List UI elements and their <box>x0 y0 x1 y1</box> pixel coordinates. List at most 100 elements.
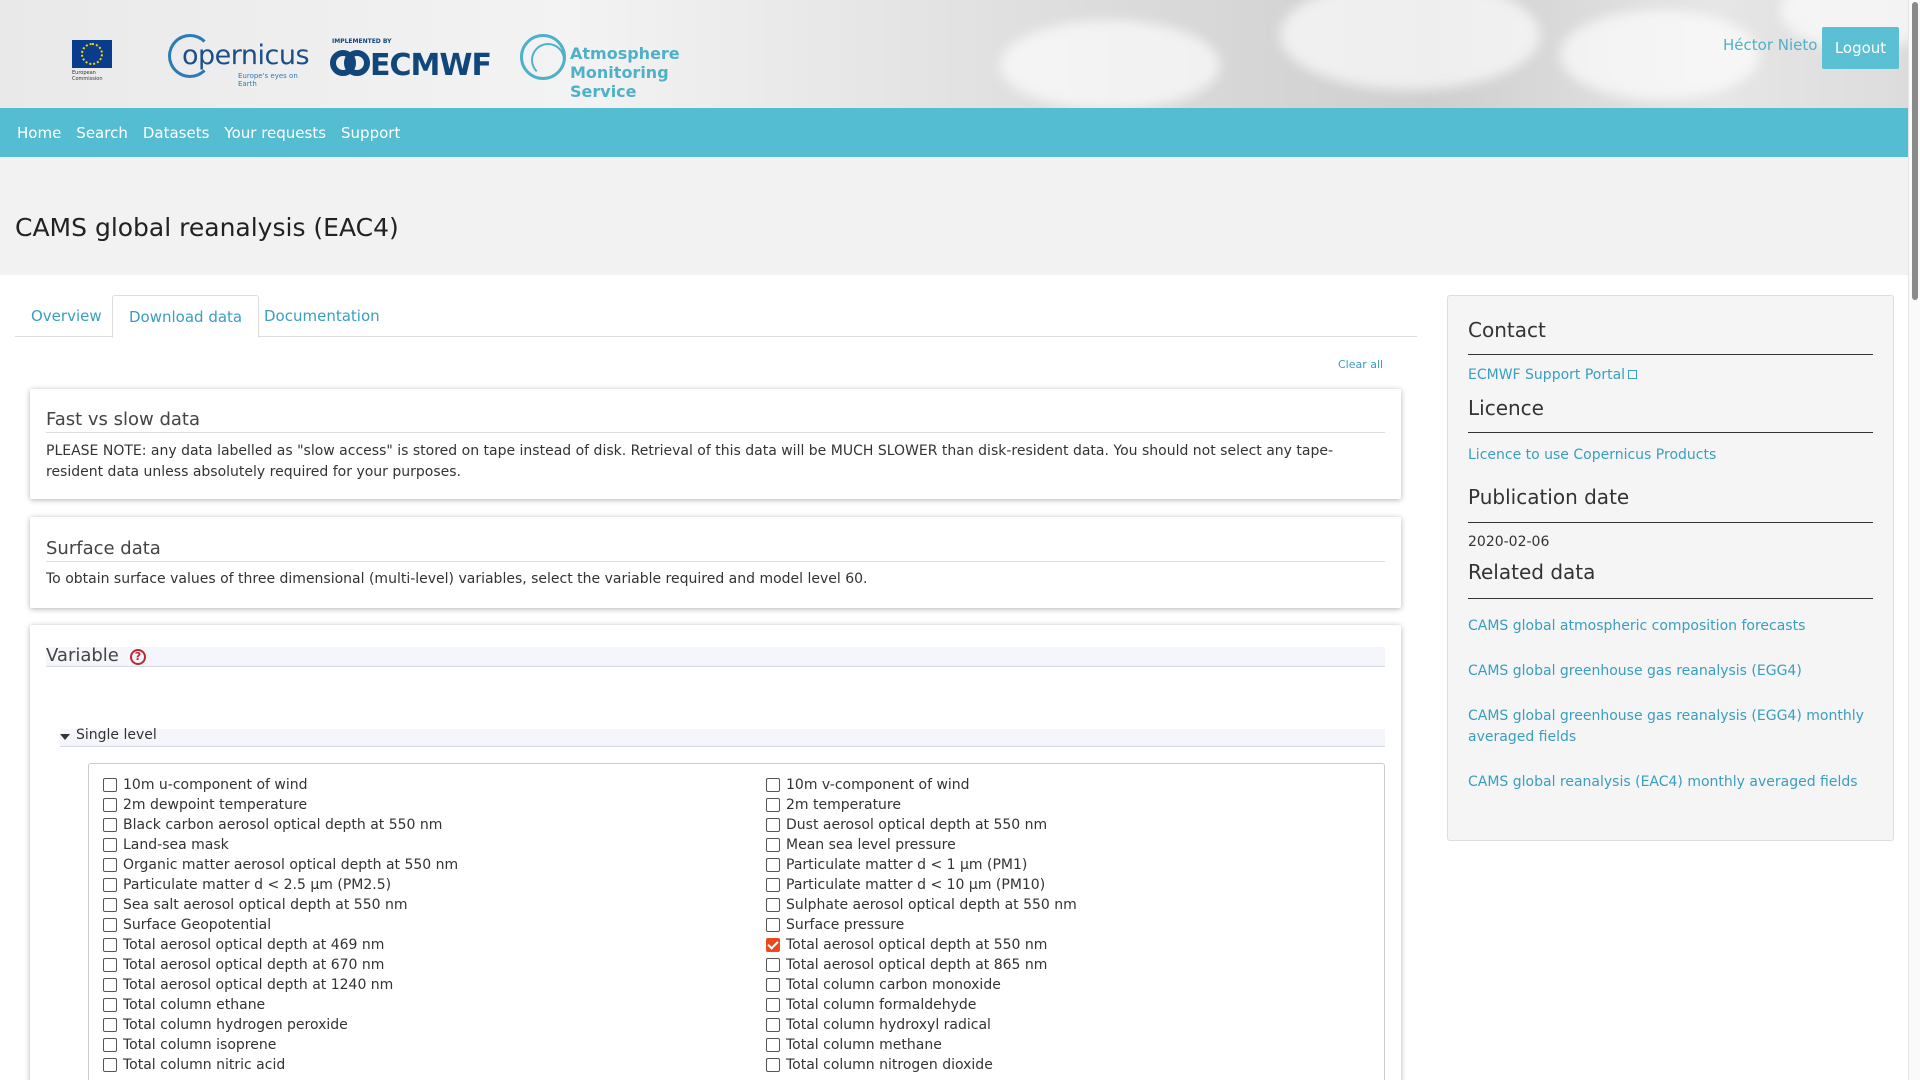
surface-data-text: To obtain surface values of three dimens… <box>46 571 868 587</box>
checkbox[interactable] <box>103 1058 117 1072</box>
checkbox-label[interactable]: Sea salt aerosol optical depth at 550 nm <box>123 895 407 915</box>
checkbox-label[interactable]: Total column methane <box>786 1035 942 1055</box>
ecmwf-support-portal-link[interactable]: ECMWF Support Portal <box>1468 365 1868 386</box>
checkbox[interactable] <box>103 778 117 792</box>
checkbox-label[interactable]: Total column nitrogen dioxide <box>786 1055 993 1075</box>
checkbox-label[interactable]: Total aerosol optical depth at 469 nm <box>123 935 384 955</box>
checkbox[interactable] <box>103 858 117 872</box>
checkbox[interactable] <box>103 878 117 892</box>
user-name-link[interactable]: Héctor Nieto <box>1723 36 1817 54</box>
licence-link[interactable]: Licence to use Copernicus Products <box>1468 445 1868 466</box>
checkbox[interactable] <box>103 798 117 812</box>
checkbox[interactable] <box>766 858 780 872</box>
checkbox-label[interactable]: Total aerosol optical depth at 1240 nm <box>123 975 393 995</box>
checkbox[interactable] <box>103 978 117 992</box>
checkbox[interactable] <box>103 898 117 912</box>
clear-all-link[interactable]: Clear all <box>1338 358 1383 371</box>
ecmwf-logo[interactable]: IMPLEMENTED BY ECMWF <box>330 28 500 84</box>
checkbox[interactable] <box>103 918 117 932</box>
copernicus-logo[interactable]: opernicus Europe's eyes on Earth <box>168 28 310 88</box>
nav-datasets[interactable]: Datasets <box>143 124 210 142</box>
nav-home[interactable]: Home <box>17 124 61 142</box>
checkbox[interactable] <box>766 938 780 952</box>
publication-date-value: 2020-02-06 <box>1468 534 1550 550</box>
checkbox[interactable] <box>766 1018 780 1032</box>
checkbox[interactable] <box>103 838 117 852</box>
checkbox-label[interactable]: Surface Geopotential <box>123 915 271 935</box>
checkbox-label[interactable]: Total column ethane <box>123 995 265 1015</box>
variable-card: Variable ? Single level 10m u-component … <box>30 625 1401 1080</box>
checkbox-label[interactable]: Sulphate aerosol optical depth at 550 nm <box>786 895 1077 915</box>
variable-checkbox-list: 10m u-component of wind 2m dewpoint tempe… <box>88 763 1385 1080</box>
checkbox[interactable] <box>103 1018 117 1032</box>
checkbox-label[interactable]: Dust aerosol optical depth at 550 nm <box>786 815 1047 835</box>
related-link[interactable]: CAMS global reanalysis (EAC4) monthly av… <box>1468 772 1868 793</box>
copernicus-tagline: Europe's eyes on Earth <box>238 72 298 88</box>
checkbox[interactable] <box>103 998 117 1012</box>
checkbox-label[interactable]: Particulate matter d < 2.5 µm (PM2.5) <box>123 875 391 895</box>
nav-your-requests[interactable]: Your requests <box>224 124 326 142</box>
checkbox[interactable] <box>766 838 780 852</box>
checkbox-label[interactable]: 2m dewpoint temperature <box>123 795 307 815</box>
checkbox[interactable] <box>766 918 780 932</box>
checkbox-label[interactable]: 10m u-component of wind <box>123 775 308 795</box>
checkbox[interactable] <box>766 998 780 1012</box>
checkbox-label[interactable]: Total column formaldehyde <box>786 995 976 1015</box>
checkbox-label[interactable]: Total aerosol optical depth at 670 nm <box>123 955 384 975</box>
checkbox[interactable] <box>766 1038 780 1052</box>
eu-commission-logo[interactable]: European Commission <box>54 24 142 88</box>
checkbox-label[interactable]: Total aerosol optical depth at 550 nm <box>786 935 1047 955</box>
checkbox-label[interactable]: Organic matter aerosol optical depth at … <box>123 855 458 875</box>
checkbox-label[interactable]: Land-sea mask <box>123 835 229 855</box>
cams-logo[interactable]: Atmosphere Monitoring Service <box>520 28 730 101</box>
tab-documentation[interactable]: Documentation <box>248 295 396 338</box>
checkbox-label[interactable]: Total column isoprene <box>123 1035 276 1055</box>
checkbox[interactable] <box>766 958 780 972</box>
checkbox[interactable] <box>766 978 780 992</box>
related-link[interactable]: CAMS global atmospheric composition fore… <box>1468 616 1868 637</box>
checkbox[interactable] <box>766 1058 780 1072</box>
checkbox[interactable] <box>766 818 780 832</box>
checkbox-label[interactable]: Particulate matter d < 1 µm (PM1) <box>786 855 1027 875</box>
checkbox[interactable] <box>766 798 780 812</box>
tab-overview[interactable]: Overview <box>15 295 118 338</box>
checkbox-label[interactable]: Mean sea level pressure <box>786 835 956 855</box>
checkbox[interactable] <box>103 938 117 952</box>
checkbox-label[interactable]: Particulate matter d < 10 µm (PM10) <box>786 875 1045 895</box>
checkbox[interactable] <box>103 1038 117 1052</box>
checkbox-label[interactable]: Total column nitric acid <box>123 1055 285 1075</box>
checkbox-label[interactable]: Total aerosol optical depth at 865 nm <box>786 955 1047 975</box>
external-link-icon <box>1628 370 1638 379</box>
checkbox-label[interactable]: Surface pressure <box>786 915 904 935</box>
logout-button[interactable]: Logout <box>1822 27 1899 69</box>
checkbox[interactable] <box>766 878 780 892</box>
contact-heading: Contact <box>1468 318 1546 342</box>
scrollbar-thumb[interactable] <box>1912 2 1918 300</box>
surface-data-card: Surface data To obtain surface values of… <box>30 517 1401 608</box>
ecmwf-wordmark: ECMWF <box>370 48 492 83</box>
help-icon[interactable]: ? <box>130 649 146 665</box>
checkbox-label[interactable]: Black carbon aerosol optical depth at 55… <box>123 815 442 835</box>
checkbox[interactable] <box>103 958 117 972</box>
related-link[interactable]: CAMS global greenhouse gas reanalysis (E… <box>1468 661 1868 682</box>
divider <box>46 432 1385 433</box>
checkbox[interactable] <box>766 778 780 792</box>
checkbox[interactable] <box>103 818 117 832</box>
checkbox[interactable] <box>766 898 780 912</box>
single-level-toggle[interactable]: Single level <box>60 727 1385 747</box>
page-title: CAMS global reanalysis (EAC4) <box>15 213 399 242</box>
checkbox-label[interactable]: Total column carbon monoxide <box>786 975 1001 995</box>
partner-logos: European Commission opernicus Europe's e… <box>54 24 730 101</box>
tab-download-data[interactable]: Download data <box>112 295 260 338</box>
related-link[interactable]: CAMS global greenhouse gas reanalysis (E… <box>1468 706 1868 748</box>
nav-support[interactable]: Support <box>341 124 400 142</box>
fast-slow-card: Fast vs slow data PLEASE NOTE: any data … <box>30 389 1401 499</box>
nav-search[interactable]: Search <box>76 124 128 142</box>
checkbox-label[interactable]: Total column hydrogen peroxide <box>123 1015 348 1035</box>
checkbox-label[interactable]: 2m temperature <box>786 795 901 815</box>
main-nav: Home Search Datasets Your requests Suppo… <box>0 108 1908 157</box>
dataset-sidebar: Contact ECMWF Support Portal Licence Lic… <box>1447 295 1894 841</box>
checkbox-label[interactable]: 10m v-component of wind <box>786 775 970 795</box>
checkbox-label[interactable]: Total column hydroxyl radical <box>786 1015 991 1035</box>
page-scrollbar[interactable] <box>1908 0 1920 1080</box>
